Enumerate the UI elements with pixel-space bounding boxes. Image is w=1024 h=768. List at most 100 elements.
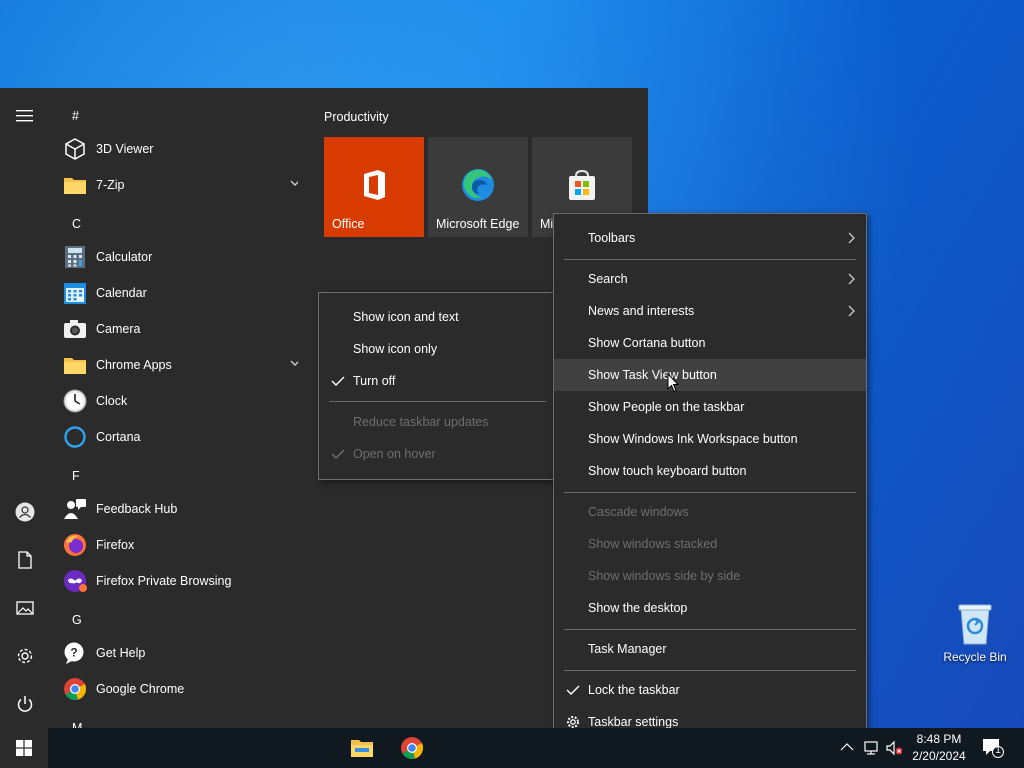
section-header-f[interactable]: F (72, 469, 80, 483)
app-7zip[interactable]: 7-Zip (62, 167, 308, 203)
app-name: 7-Zip (96, 178, 125, 192)
app-name: Clock (96, 394, 128, 408)
chevron-down-icon[interactable] (290, 179, 298, 187)
app-name: Google Chrome (96, 682, 185, 696)
menu-item-show-people[interactable]: Show People on the taskbar (554, 391, 866, 423)
menu-item-label: Open on hover (353, 447, 436, 461)
clock-icon (62, 388, 88, 414)
recycle-bin[interactable]: Recycle Bin (940, 602, 1010, 664)
user-icon[interactable] (13, 500, 37, 524)
power-icon[interactable] (13, 692, 37, 716)
feedback-hub-icon (62, 496, 88, 522)
document-icon[interactable] (13, 548, 37, 572)
section-header-m[interactable]: M (72, 721, 82, 728)
settings-icon[interactable] (13, 644, 37, 668)
menu-item-label: News and interests (588, 304, 695, 318)
menu-item-task-manager[interactable]: Task Manager (554, 633, 866, 665)
menu-item-show-the-desktop[interactable]: Show the desktop (554, 592, 866, 624)
store-icon (569, 169, 595, 200)
app-google-chrome[interactable]: Google Chrome (62, 671, 308, 707)
taskbar-clock[interactable]: 8:48 PM 2/20/2024 (904, 731, 974, 765)
volume-muted-icon[interactable] (886, 740, 902, 756)
menu-item-search[interactable]: Search (554, 263, 866, 295)
menu-item-open-on-hover[interactable]: Open on hover (319, 438, 556, 470)
menu-item-lock-the-taskbar[interactable]: Lock the taskbar (554, 674, 866, 706)
menu-item-label: Show Cortana button (588, 336, 706, 350)
menu-item-show-touch-keyboard[interactable]: Show touch keyboard button (554, 455, 866, 487)
app-name: Get Help (96, 646, 146, 660)
section-header-c[interactable]: C (72, 217, 81, 231)
menu-item-show-windows-stacked[interactable]: Show windows stacked (554, 528, 866, 560)
app-firefox-private[interactable]: Firefox Private Browsing (62, 563, 308, 599)
start-button[interactable] (0, 728, 48, 768)
app-name: Firefox Private Browsing (96, 574, 232, 588)
menu-item-show-task-view-button[interactable]: Show Task View button (554, 359, 866, 391)
taskbar-context-menu: Toolbars Search News and interests Show … (553, 213, 867, 748)
app-name: Calendar (96, 286, 147, 300)
menu-item-cascade-windows[interactable]: Cascade windows (554, 496, 866, 528)
menu-item-toolbars[interactable]: Toolbars (554, 222, 866, 254)
chevron-right-icon (848, 273, 855, 285)
menu-item-show-icon-only[interactable]: Show icon only (319, 333, 556, 365)
app-camera[interactable]: Camera (62, 311, 308, 347)
app-name: Calculator (96, 250, 153, 264)
chrome-icon (62, 676, 88, 702)
menu-item-label: Lock the taskbar (588, 683, 680, 697)
recycle-bin-label: Recycle Bin (943, 650, 1007, 664)
start-rail (0, 88, 50, 728)
menu-separator (564, 629, 856, 630)
pictures-icon[interactable] (13, 596, 37, 620)
svg-text:?: ? (70, 646, 77, 660)
tile-group-title[interactable]: Productivity (324, 110, 389, 124)
menu-item-label: Show windows side by side (588, 569, 741, 583)
clock-date: 2/20/2024 (912, 749, 966, 763)
app-feedback-hub[interactable]: Feedback Hub (62, 491, 308, 527)
menu-item-turn-off[interactable]: Turn off (319, 365, 556, 397)
menu-item-news-and-interests[interactable]: News and interests (554, 295, 866, 327)
app-chrome-apps[interactable]: Chrome Apps (62, 347, 308, 383)
section-header-hash[interactable]: # (72, 109, 79, 123)
app-get-help[interactable]: ? Get Help (62, 635, 308, 671)
taskbar-google-chrome[interactable] (388, 728, 436, 768)
menu-item-label: Turn off (353, 374, 396, 388)
menu-item-label: Show touch keyboard button (588, 464, 747, 478)
menu-separator (564, 492, 856, 493)
3d-viewer-icon (62, 136, 88, 162)
menu-item-show-windows-side-by-side[interactable]: Show windows side by side (554, 560, 866, 592)
menu-item-show-windows-ink[interactable]: Show Windows Ink Workspace button (554, 423, 866, 455)
app-calculator[interactable]: Calculator (62, 239, 308, 275)
tray-chevron-up-icon[interactable] (840, 740, 856, 756)
hamburger-icon[interactable] (13, 104, 37, 128)
menu-item-label: Taskbar settings (588, 715, 679, 729)
taskbar-file-explorer[interactable] (338, 728, 386, 768)
chevron-down-icon[interactable] (290, 359, 298, 367)
recycle-bin-icon (957, 602, 993, 646)
chrome-icon (401, 737, 424, 760)
menu-item-show-cortana-button[interactable]: Show Cortana button (554, 327, 866, 359)
chevron-right-icon (848, 232, 855, 244)
action-center-button[interactable]: 1 (982, 738, 1004, 758)
network-icon[interactable] (864, 740, 880, 756)
menu-item-show-icon-and-text[interactable]: Show icon and text (319, 301, 556, 333)
tile-office[interactable]: Office (324, 137, 424, 237)
get-help-icon: ? (62, 640, 88, 666)
app-cortana[interactable]: Cortana (62, 419, 308, 455)
app-name: Firefox (96, 538, 135, 552)
folder-icon (62, 172, 88, 198)
app-name: Chrome Apps (96, 358, 172, 372)
menu-separator (564, 670, 856, 671)
section-header-g[interactable]: G (72, 613, 82, 627)
tile-label: Mi (540, 217, 554, 231)
app-clock[interactable]: Clock (62, 383, 308, 419)
menu-separator (329, 401, 546, 402)
tile-microsoft-edge[interactable]: Microsoft Edge (428, 137, 528, 237)
menu-item-reduce-taskbar-updates[interactable]: Reduce taskbar updates (319, 406, 556, 438)
app-calendar[interactable]: Calendar (62, 275, 308, 311)
app-3d-viewer[interactable]: 3D Viewer (62, 131, 308, 167)
app-firefox[interactable]: Firefox (62, 527, 308, 563)
tile-label: Office (332, 217, 365, 231)
file-explorer-icon (351, 740, 373, 757)
windows-logo-icon (16, 740, 32, 756)
checkmark-icon (331, 376, 345, 386)
menu-item-label: Reduce taskbar updates (353, 415, 489, 429)
